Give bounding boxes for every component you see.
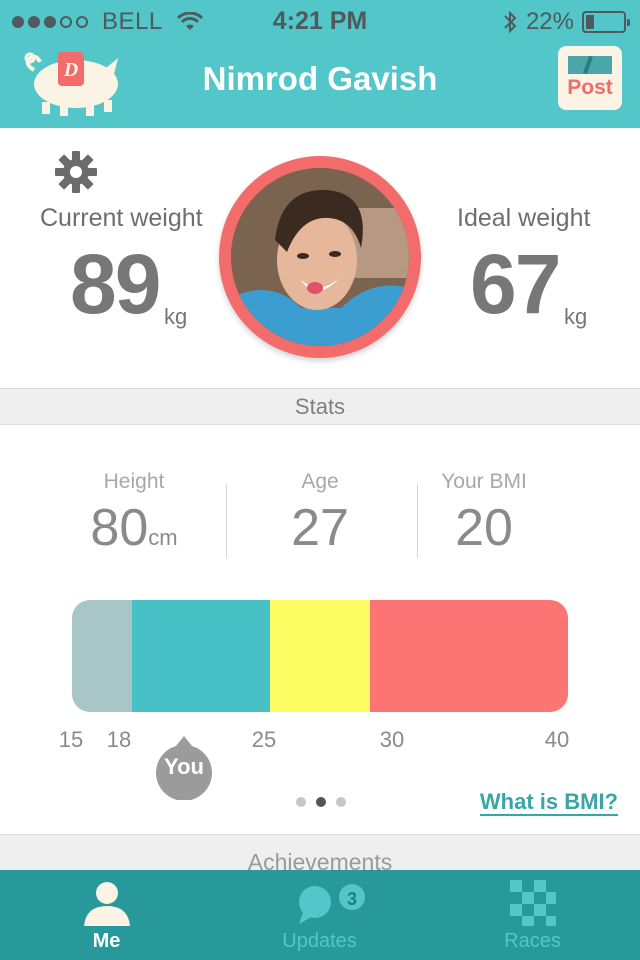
bmi-tick: 30 — [379, 727, 405, 752]
profile-photo — [231, 168, 409, 346]
post-button[interactable]: Post — [558, 46, 622, 110]
age-value: 27 — [291, 499, 349, 557]
bmi-obese-segment — [369, 600, 568, 712]
ideal-weight-label: Ideal weight — [457, 204, 591, 232]
bmi-value: 20 — [455, 499, 513, 557]
ideal-weight-value: 67 — [470, 237, 561, 331]
face-illustration — [231, 168, 409, 346]
tab-bar: Me 3 Updates Races — [0, 870, 640, 960]
bmi-tick: 15 — [58, 727, 84, 752]
page-title: Nimrod Gavish — [202, 60, 438, 97]
page-dot — [296, 797, 306, 807]
stats-section-header: Stats — [0, 388, 640, 425]
height-value: 80 — [90, 499, 149, 557]
status-bar: BELL 4:21 PM 22% — [0, 0, 640, 44]
bmi-tick: 18 — [106, 727, 132, 752]
bmi-stat: Your BMI 20 — [394, 470, 574, 558]
scale-icon — [568, 56, 612, 74]
bmi-scale-bar — [72, 600, 568, 712]
gear-icon[interactable] — [54, 150, 98, 194]
post-label: Post — [567, 76, 613, 99]
bluetooth-icon — [504, 10, 517, 34]
checkered-flag-icon — [509, 880, 556, 926]
page-indicator[interactable] — [296, 797, 346, 807]
battery-icon — [582, 11, 630, 33]
tab-updates[interactable]: 3 Updates — [213, 870, 426, 960]
avatar[interactable] — [219, 156, 421, 358]
height-unit: cm — [148, 525, 178, 550]
updates-badge: 3 — [337, 882, 367, 912]
profile-section: Current weight 89 kg Ideal weight 67 kg — [0, 128, 640, 388]
battery-fill — [586, 15, 594, 29]
tab-me[interactable]: Me — [0, 870, 213, 960]
chat-bubble-icon — [298, 886, 331, 924]
tab-me-label: Me — [92, 930, 121, 952]
bmi-tick: 25 — [251, 727, 277, 752]
tab-races[interactable]: Races — [426, 870, 639, 960]
achievements-section-header: Achievements — [0, 834, 640, 870]
tab-updates-label: Updates — [282, 930, 357, 952]
person-icon — [83, 882, 130, 926]
current-weight-unit: kg — [164, 304, 188, 329]
page-dot-active — [316, 797, 326, 807]
bmi-overweight-segment — [270, 600, 370, 712]
page-dot — [336, 797, 346, 807]
what-is-bmi-link[interactable]: What is BMI? — [479, 790, 618, 816]
bmi-underweight-segment — [72, 600, 132, 712]
age-stat[interactable]: Age 27 — [230, 470, 410, 558]
age-label: Age — [301, 470, 339, 493]
bmi-tick: 40 — [544, 727, 570, 752]
bmi-you-label: You — [164, 754, 204, 779]
height-stat[interactable]: Height 80cm — [44, 470, 224, 558]
divider — [226, 484, 227, 558]
ideal-weight-unit: kg — [564, 304, 588, 329]
current-weight-label: Current weight — [40, 204, 203, 232]
status-right: 22% — [502, 8, 630, 36]
bmi-normal-segment — [131, 600, 271, 712]
tab-races-label: Races — [504, 930, 561, 952]
battery-percent: 22% — [525, 8, 574, 35]
bmi-label: Your BMI — [441, 470, 527, 493]
top-bar: BELL 4:21 PM 22% D Nimrod Gavish Post — [0, 0, 640, 128]
height-label: Height — [103, 470, 165, 493]
current-weight-value: 89 — [70, 237, 161, 331]
